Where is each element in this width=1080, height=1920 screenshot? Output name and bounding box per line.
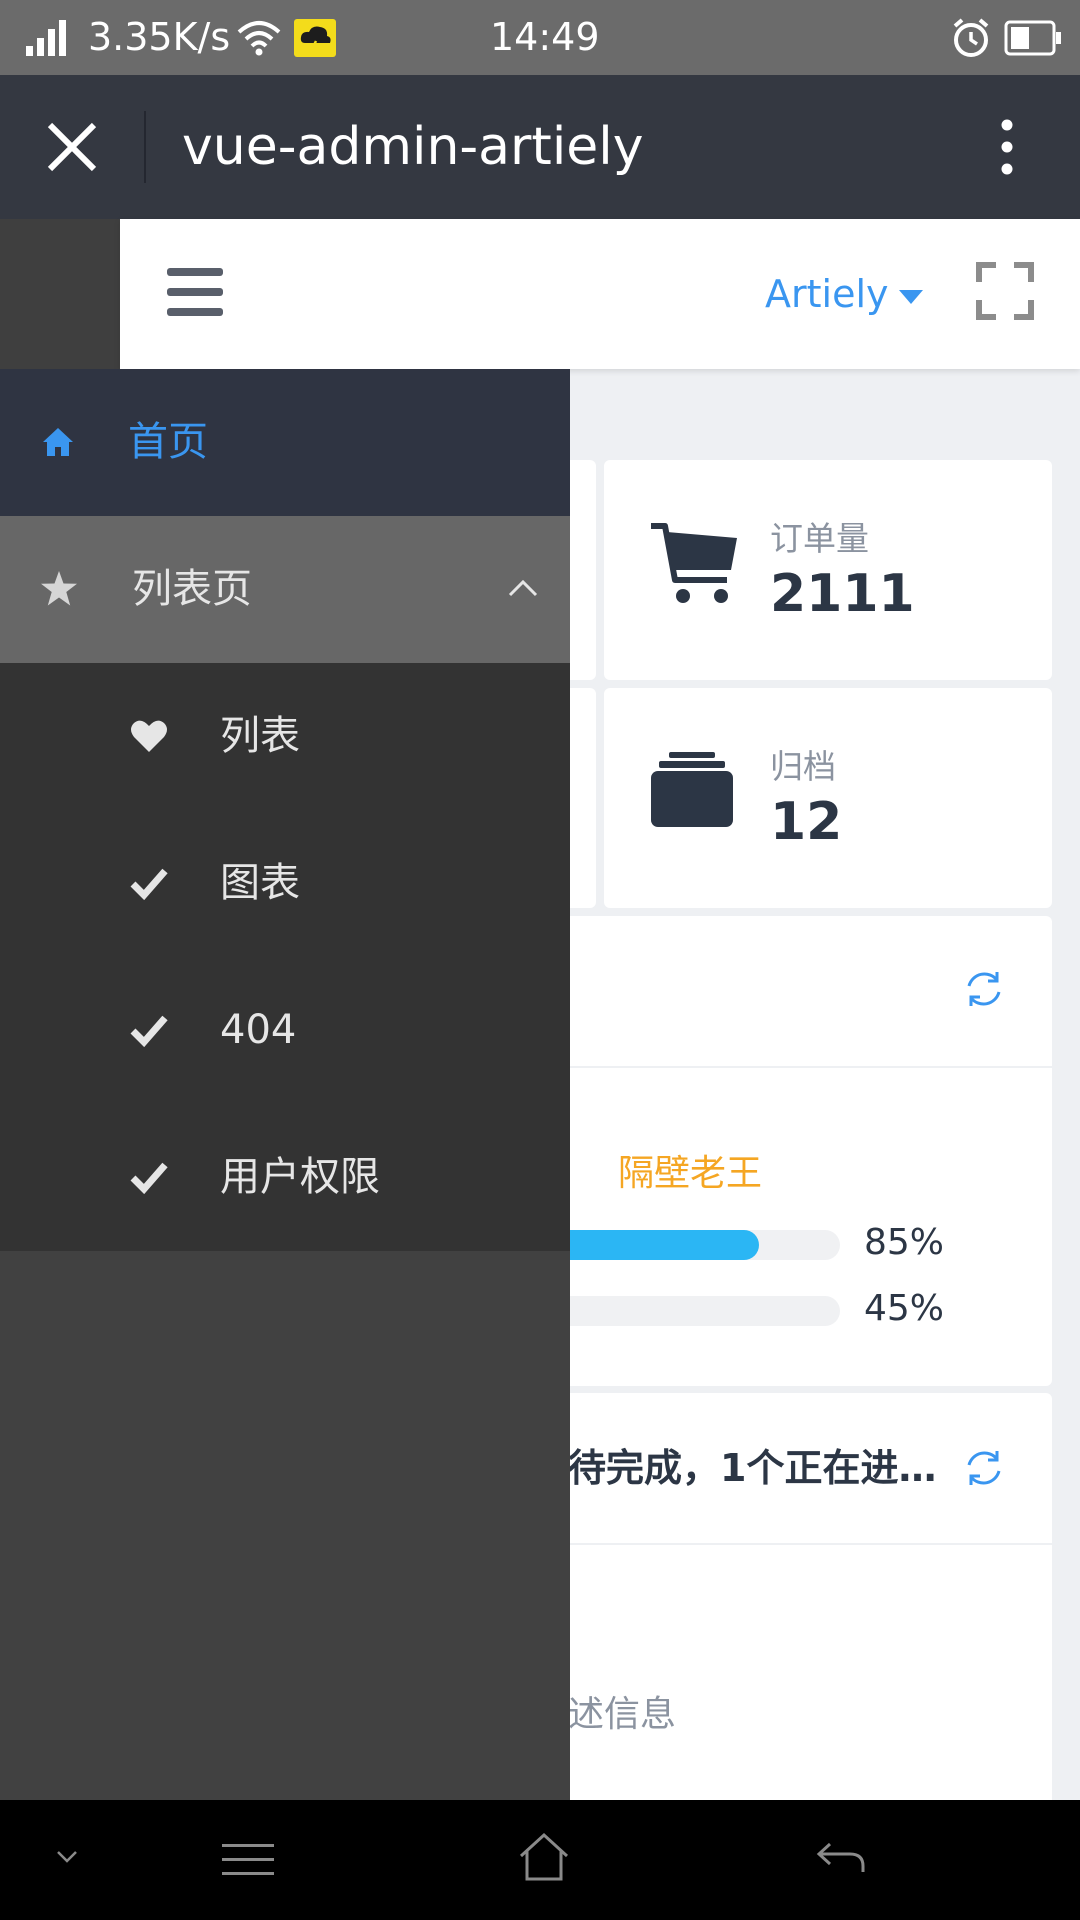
progress-person-name: 隔壁老王 [618, 1153, 763, 1194]
refresh-icon[interactable] [963, 968, 1005, 1010]
close-icon[interactable] [46, 121, 98, 173]
check-icon [130, 1162, 168, 1194]
wifi-icon [237, 21, 281, 56]
sidebar-submenu: 列表 图表 404 用户权限 [0, 663, 570, 1251]
check-icon [130, 1015, 168, 1047]
clock: 14:49 [490, 15, 600, 59]
progress-bar-fill [540, 1230, 759, 1260]
progress-card-header [540, 916, 1052, 1066]
more-menu-icon[interactable] [995, 117, 1019, 177]
weather-icon [294, 19, 336, 57]
progress-percent: 85% [864, 1222, 945, 1263]
fullscreen-icon[interactable] [976, 262, 1034, 320]
archive-label: 归档 [770, 747, 836, 786]
refresh-icon[interactable] [963, 1447, 1005, 1489]
progress-card-body: 隔壁老王 85% 45% [540, 1068, 1052, 1386]
sidebar-item-label: 列表页 [132, 566, 252, 612]
chevron-down-icon[interactable] [56, 1850, 78, 1864]
sidebar-item-list[interactable]: 列表 [0, 663, 570, 810]
progress-bar-track [540, 1296, 840, 1326]
menu-icon[interactable] [222, 1842, 274, 1878]
user-dropdown[interactable]: Artiely [765, 219, 923, 369]
sidebar-item-permissions[interactable]: 用户权限 [0, 1104, 570, 1251]
heart-icon [131, 720, 167, 752]
system-nav-bar [0, 1800, 1080, 1920]
battery-icon [1004, 20, 1061, 56]
user-name: Artiely [765, 272, 889, 316]
sidebar-item-label: 图表 [220, 860, 300, 906]
sidebar: 首页 列表页 列表 图表 404 用户权限 [0, 369, 570, 1800]
cart-icon [651, 523, 737, 603]
header-left-strip [0, 219, 120, 369]
sidebar-item-label: 首页 [128, 419, 208, 465]
sidebar-item-home[interactable]: 首页 [0, 369, 570, 516]
app-bar: vue-admin-artiely [0, 75, 1080, 219]
task-card-header: 待完成，1个正在进… [540, 1393, 1052, 1543]
chevron-down-icon [898, 289, 923, 304]
desc-card: 述信息 [540, 1545, 1052, 1800]
task-summary: 待完成，1个正在进… [568, 1446, 937, 1490]
folder-icon [651, 752, 733, 827]
check-icon [130, 868, 168, 900]
stat-card-orders: 订单量 2111 [604, 460, 1052, 680]
app-bar-divider [144, 111, 146, 183]
home-icon [43, 428, 73, 456]
home-nav-icon[interactable] [518, 1832, 570, 1882]
orders-value: 2111 [770, 564, 915, 624]
network-speed: 3.35K/s [88, 15, 231, 59]
status-bar: 3.35K/s 14:49 [0, 0, 1080, 75]
sidebar-item-label: 列表 [220, 713, 300, 759]
hamburger-menu-icon[interactable] [167, 268, 223, 316]
sidebar-item-label: 用户权限 [220, 1154, 380, 1200]
chevron-up-icon [508, 579, 538, 597]
app-title: vue-admin-artiely [182, 117, 644, 177]
desc-text: 述信息 [568, 1694, 677, 1735]
progress-bar-track [540, 1230, 840, 1260]
sidebar-item-label: 404 [220, 1007, 297, 1053]
sidebar-item-404[interactable]: 404 [0, 957, 570, 1104]
back-icon[interactable] [816, 1840, 866, 1876]
top-header [120, 219, 1080, 369]
sidebar-item-charts[interactable]: 图表 [0, 810, 570, 957]
orders-label: 订单量 [770, 519, 869, 558]
stat-card-archive: 归档 12 [604, 688, 1052, 908]
alarm-icon [953, 18, 989, 57]
signal-icon [26, 20, 66, 56]
archive-value: 12 [770, 792, 843, 852]
sidebar-item-list-page[interactable]: 列表页 [0, 516, 570, 663]
progress-percent: 45% [864, 1288, 945, 1329]
star-icon [41, 571, 77, 606]
